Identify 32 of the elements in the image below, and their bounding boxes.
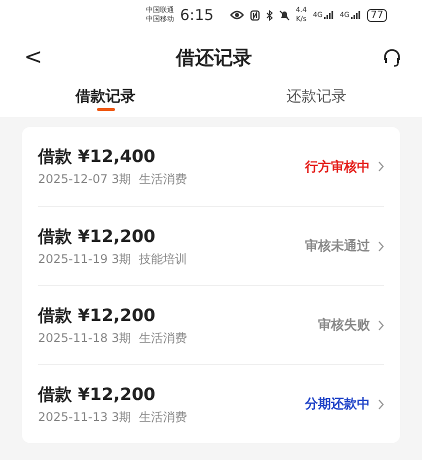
loan-details: 2025-11-19 3期 技能培训	[38, 250, 187, 268]
tab-indicator	[96, 108, 114, 111]
status-text: 分期还款中	[305, 396, 370, 413]
tab[interactable]: 还款记录	[211, 85, 422, 117]
bluetooth-icon	[266, 10, 273, 20]
battery-level: 77	[366, 8, 388, 22]
nfc-icon	[250, 10, 260, 20]
chevron-right-icon	[378, 398, 384, 410]
chevron-right-icon	[378, 161, 384, 172]
loan-details: 2025-12-07 3期 生活消费	[38, 171, 187, 188]
tab[interactable]: 借款记录	[0, 85, 211, 117]
loan-amount: 借款 ¥12,200	[38, 304, 156, 326]
status-text: 审核未通过	[305, 238, 370, 255]
chevron-right-icon	[378, 240, 384, 252]
loan-details: 2025-11-18 3期 生活消费	[38, 330, 187, 346]
status-text: 行方审核中	[305, 158, 370, 176]
loan-details: 2025-11-13 3期 生活消费	[38, 408, 187, 426]
back-button[interactable]: <	[20, 45, 46, 70]
signal-icon	[324, 10, 334, 20]
chevron-right-icon	[378, 320, 384, 330]
eye-icon	[230, 10, 244, 20]
headset-icon[interactable]	[382, 48, 402, 68]
loan-amount: 借款 ¥12,200	[38, 226, 156, 248]
loan-amount: 借款 ¥12,400	[38, 146, 156, 168]
muted-bell-icon	[278, 10, 290, 20]
page-title: 借还记录	[176, 46, 252, 70]
loan-amount: 借款 ¥12,200	[38, 384, 156, 406]
clock-time: 6:15	[180, 6, 214, 24]
status-text: 审核失败	[318, 316, 370, 334]
signal-icon	[350, 10, 361, 20]
loan-status[interactable]: 行方审核中	[305, 158, 384, 176]
loan-status[interactable]: 分期还款中	[305, 395, 384, 413]
